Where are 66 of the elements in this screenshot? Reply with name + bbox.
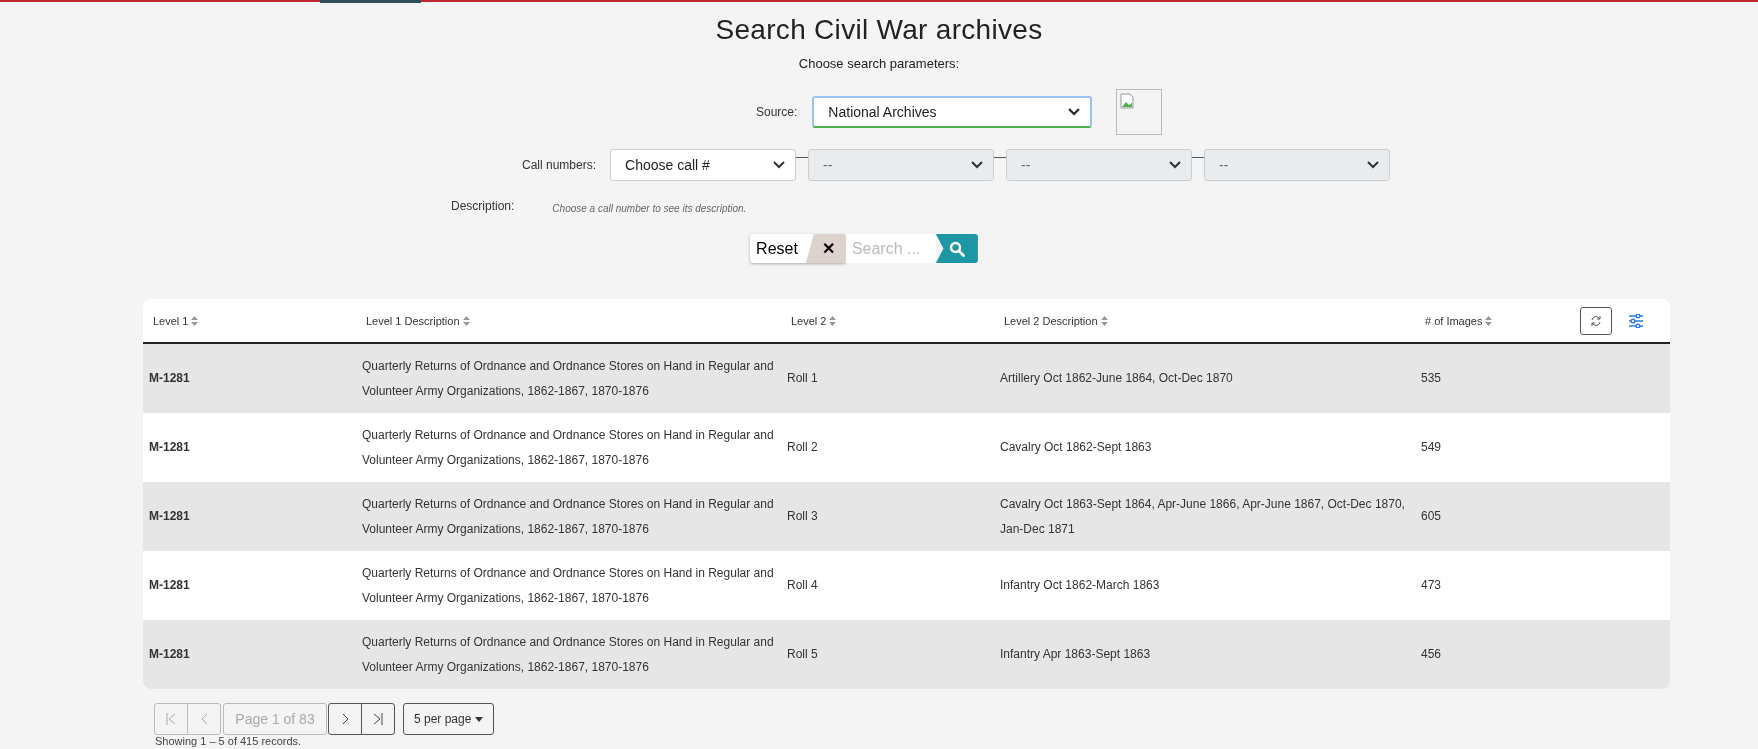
column-header[interactable]: Level 2 Description [994, 314, 1108, 327]
last-page-icon [373, 713, 383, 725]
table-cell-text: 549 [1420, 439, 1443, 456]
chevron-icon [1169, 161, 1182, 169]
sort-icon [1485, 315, 1493, 326]
chevron-right-icon [341, 713, 349, 725]
table-cell-text: Roll 2 [786, 439, 819, 456]
table-cell-text: Cavalry Oct 1863-Sept 1864, Apr-June 1866, Apr-June 1867, Oct-Dec 1870, Jan-Dec 1871 [999, 495, 1406, 538]
sort-icon [191, 315, 199, 326]
call-number-select[interactable]: Choose call # [610, 149, 797, 181]
subtitle: Choose search parameters: [797, 56, 961, 71]
per-page-dropdown[interactable]: 5 per page [403, 703, 495, 735]
column-header[interactable]: Level 2 [781, 314, 837, 327]
filter-sliders-icon[interactable] [1628, 313, 1644, 328]
chevron-icon [1367, 161, 1380, 169]
table-cell-text: Cavalry Oct 1862-Sept 1863 [999, 439, 1153, 456]
table-cell-text: 605 [1420, 508, 1443, 525]
table-cell-text: Artillery Oct 1862-June 1864, Oct-Dec 1870 [999, 370, 1234, 387]
table-cell-text: M-1281 [148, 646, 191, 663]
table-cell-text: M-1281 [148, 370, 191, 387]
chevron-icon [1068, 108, 1081, 116]
chevron-left-icon [200, 713, 208, 725]
column-header[interactable]: Level 1 [143, 314, 199, 327]
table-cell-text: Roll 1 [786, 370, 819, 387]
table-cell-text: 535 [1420, 370, 1443, 387]
column-header[interactable]: # of Images [1415, 314, 1493, 327]
table-cell-text: Infantry Apr 1863-Sept 1863 [999, 646, 1152, 663]
source-label: Source: [756, 105, 798, 119]
reset-button[interactable]: Reset ✕ [750, 234, 846, 263]
table-cell-text: Quarterly Returns of Ordnance and Ordnance Stores on Hand in Regular and Volunteer Army Organizations, 1862-1867, 1870-1876 [361, 495, 775, 538]
page-title: Search Civil War archives [714, 14, 1044, 46]
broken-image-icon [1120, 93, 1135, 109]
column-header[interactable]: Level 1 Description [356, 314, 470, 327]
refresh-button[interactable] [1580, 306, 1612, 335]
search-button[interactable] [935, 234, 978, 263]
table-cell-text: 456 [1420, 646, 1443, 663]
table-cell-text: M-1281 [148, 508, 191, 525]
table-cell-text: 473 [1420, 577, 1443, 594]
table-cell-text: Quarterly Returns of Ordnance and Ordnance Stores on Hand in Regular and Volunteer Army Organizations, 1862-1867, 1870-1876 [361, 633, 775, 676]
table-cell-text: M-1281 [148, 577, 191, 594]
sort-icon [462, 315, 470, 326]
caret-down-icon [475, 716, 484, 722]
chevron-icon [971, 161, 984, 169]
last-page-button[interactable] [361, 703, 395, 735]
table-cell-text: Roll 4 [786, 577, 819, 594]
table-cell-text: Quarterly Returns of Ordnance and Ordnance Stores on Hand in Regular and Volunteer Army Organizations, 1862-1867, 1870-1876 [361, 426, 775, 469]
search-field[interactable]: Search ... [845, 234, 936, 263]
table-cell-text: Roll 3 [786, 508, 819, 525]
call-numbers-label: Call numbers: [522, 158, 597, 172]
sort-icon [829, 315, 837, 326]
description-hint: Choose a call number to see its description. [552, 203, 747, 214]
chevron-icon [773, 161, 786, 169]
table-cell-text: Quarterly Returns of Ordnance and Ordnance Stores on Hand in Regular and Volunteer Army Organizations, 1862-1867, 1870-1876 [361, 564, 775, 607]
close-icon: ✕ [805, 234, 846, 263]
description-label: Description: [451, 198, 515, 213]
records-count: Showing 1 – 5 of 415 records. [155, 735, 303, 747]
table-cell-text: Roll 5 [786, 646, 819, 663]
first-page-icon [166, 713, 176, 725]
table-cell-text: Infantry Oct 1862-March 1863 [999, 577, 1161, 594]
search-icon [948, 240, 965, 257]
next-page-button[interactable] [328, 703, 362, 735]
table-cell-text: Quarterly Returns of Ordnance and Ordnance Stores on Hand in Regular and Volunteer Army Organizations, 1862-1867, 1870-1876 [361, 357, 775, 400]
table-cell-text: M-1281 [148, 439, 191, 456]
source-select[interactable]: National Archives [812, 96, 1093, 128]
sort-icon [1100, 315, 1108, 326]
refresh-icon [1589, 313, 1603, 328]
